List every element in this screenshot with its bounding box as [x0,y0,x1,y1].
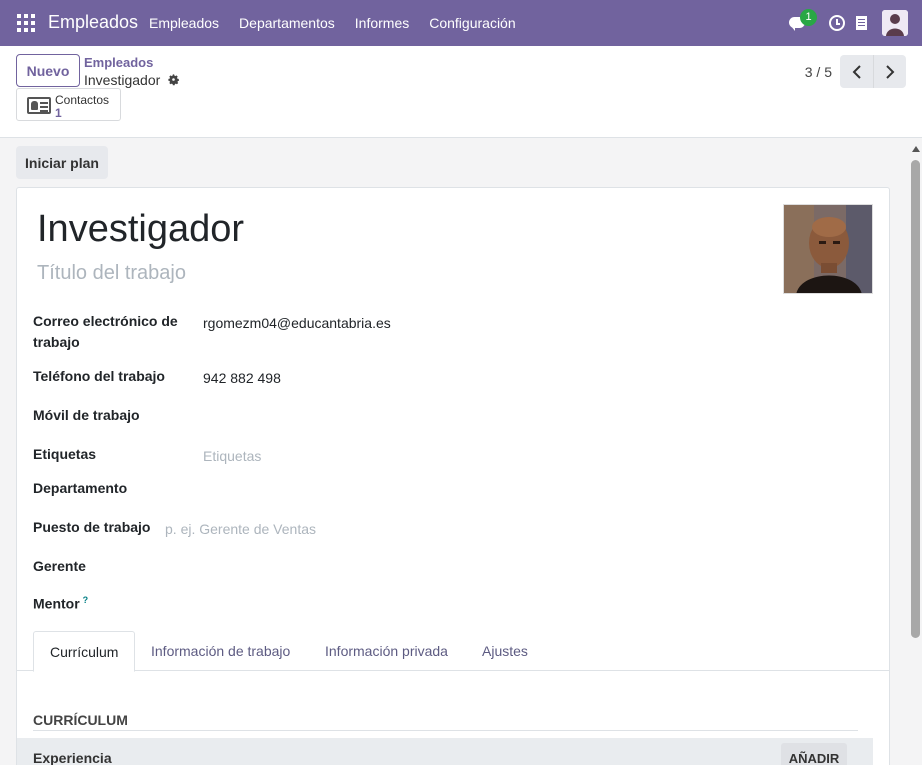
scroll-up-arrow-icon[interactable] [912,146,920,152]
breadcrumb-current: Investigador [84,72,161,88]
top-navbar: Empleados Empleados Departamentos Inform… [0,0,922,46]
main-menu: Empleados Departamentos Informes Configu… [149,15,536,31]
menu-item-departamentos[interactable]: Departamentos [239,15,335,31]
notebook-tabs: Currículum Información de trabajo Inform… [17,631,889,672]
scroll-thumb[interactable] [911,160,920,638]
pager-previous-button[interactable] [840,55,873,88]
work-phone-label: Teléfono del trabajo [33,368,165,384]
contacts-smart-button[interactable]: Contactos 1 [16,88,121,121]
form-sheet: Investigador Título del trabajo Correo e… [16,187,890,765]
app-brand[interactable]: Empleados [48,12,138,33]
employee-name[interactable]: Investigador [37,208,244,251]
menu-item-informes[interactable]: Informes [355,15,409,31]
tab-settings[interactable]: Ajustes [466,631,544,671]
user-avatar[interactable] [882,10,908,36]
mentor-label: Mentor? [33,595,89,612]
page-scrollbar[interactable] [911,146,920,765]
tags-field[interactable]: Etiquetas [203,448,261,464]
gear-icon[interactable] [167,73,180,86]
menu-item-configuracion[interactable]: Configuración [429,15,515,31]
pager-next-button[interactable] [873,55,906,88]
add-resume-line-button[interactable]: AÑADIR [781,743,847,765]
manager-field[interactable] [203,560,843,580]
smart-button-count: 1 [55,106,62,120]
tab-curriculum[interactable]: Currículum [33,631,136,672]
work-phone-field[interactable]: 942 882 498 [203,370,281,386]
department-label: Departamento [33,480,128,496]
work-email-field[interactable]: rgomezm04@educantabria.es [203,315,391,331]
mobile-field[interactable] [203,409,843,429]
menu-item-empleados[interactable]: Empleados [149,15,219,31]
employee-photo[interactable] [783,204,873,294]
document-icon[interactable] [856,16,867,30]
chevron-left-icon [852,64,861,79]
job-position-label: Puesto de trabajo [33,519,151,535]
manager-label: Gerente [33,558,86,574]
contact-card-icon [27,97,51,114]
activity-clock-icon[interactable] [829,15,845,31]
smart-button-label: Contactos [55,93,110,107]
start-plan-button[interactable]: Iniciar plan [16,146,108,179]
pager-value[interactable]: 3 / 5 [805,64,832,80]
help-tooltip-icon[interactable]: ? [83,595,89,605]
tab-private-information[interactable]: Información privada [309,631,464,671]
control-panel: Nuevo Empleados Investigador Contactos 1… [0,46,922,138]
breadcrumb-parent[interactable]: Empleados [84,55,153,70]
job-position-field[interactable]: p. ej. Gerente de Ventas [165,521,316,537]
messages-badge: 1 [800,9,817,26]
experience-label: Experiencia [33,750,112,765]
messages-icon[interactable]: 1 [789,9,817,31]
job-title-input[interactable]: Título del trabajo [37,262,186,285]
experience-row: Experiencia AÑADIR [17,738,873,765]
section-divider [33,730,858,731]
mobile-label: Móvil de trabajo [33,407,140,423]
tags-label: Etiquetas [33,446,97,462]
new-button[interactable]: Nuevo [16,54,80,87]
apps-menu-icon[interactable] [17,14,35,32]
department-field[interactable] [203,482,843,502]
work-email-label: Correo electrónico de trabajo [33,313,178,350]
tab-work-information[interactable]: Información de trabajo [135,631,306,671]
systray: 1 [789,9,908,37]
chevron-right-icon [886,64,895,79]
resume-section-title: CURRÍCULUM [33,712,128,728]
